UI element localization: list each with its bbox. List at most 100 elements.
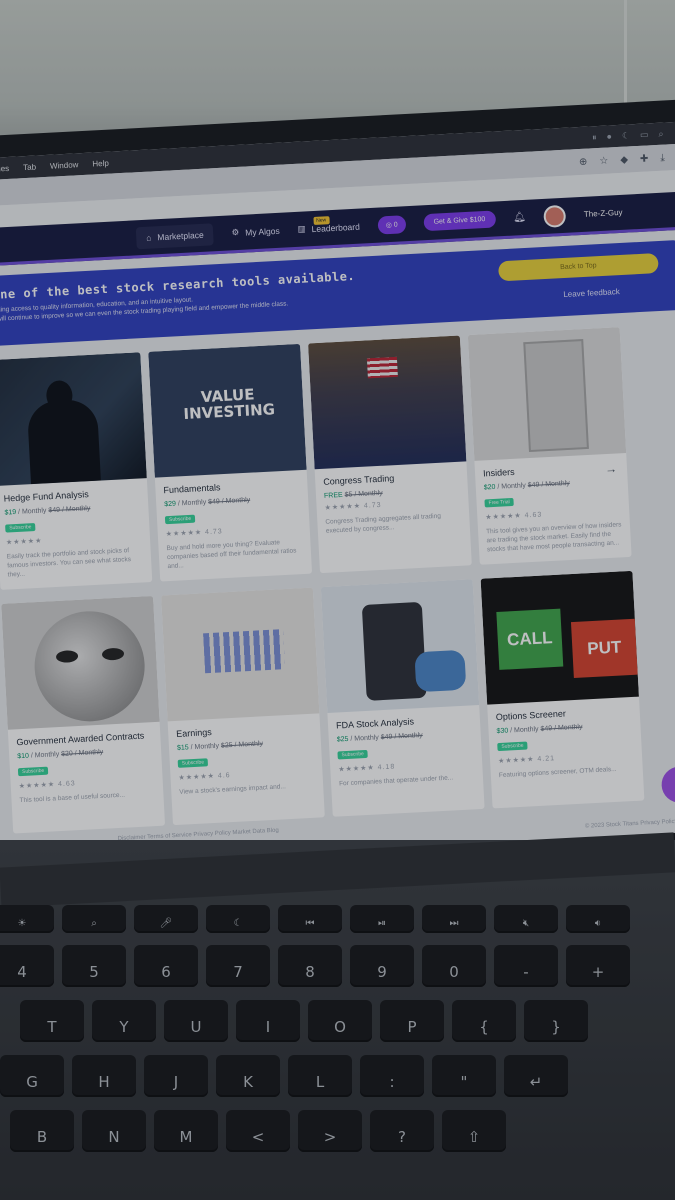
points-pill[interactable]: ◎ 0: [377, 214, 407, 235]
promo-button[interactable]: Get & Give $100: [423, 210, 496, 232]
key-fn[interactable]: ⌕: [62, 905, 126, 933]
menu-profiles[interactable]: Profiles: [0, 163, 9, 173]
key[interactable]: 4: [0, 945, 54, 987]
extension-icon[interactable]: ◆: [620, 154, 628, 165]
battery-icon[interactable]: ▭: [640, 129, 649, 140]
key[interactable]: 8: [278, 945, 342, 987]
zoom-icon[interactable]: ⊕: [579, 156, 588, 167]
key[interactable]: ?: [370, 1110, 434, 1152]
nav-my-algos[interactable]: ⚙ My Algos: [231, 225, 280, 239]
value-investing-text: VALUE INVESTING: [183, 385, 276, 424]
tool-card[interactable]: FDA Stock Analysis $25 / Monthly $49 / M…: [320, 579, 485, 817]
key[interactable]: 5: [62, 945, 126, 987]
card-rating: ★★★★★: [5, 537, 43, 547]
key[interactable]: Y: [92, 1000, 156, 1042]
card-tag: Subscribe: [497, 741, 528, 752]
arrow-right-icon[interactable]: →: [605, 461, 618, 476]
key-fn[interactable]: 🔇︎: [494, 905, 558, 933]
key-fn[interactable]: 🔉︎: [566, 905, 630, 933]
key[interactable]: +: [566, 945, 630, 987]
key[interactable]: -: [494, 945, 558, 987]
key[interactable]: >: [298, 1110, 362, 1152]
moon-icon[interactable]: ☾: [622, 130, 631, 141]
tool-card[interactable]: Government Awarded Contracts $10 / Month…: [1, 595, 166, 834]
card-description: This tool is a base of useful source...: [19, 791, 126, 805]
key[interactable]: N: [82, 1110, 146, 1152]
bell-icon[interactable]: 🔔︎: [513, 212, 526, 224]
user-name[interactable]: The-Z-Guy: [584, 208, 623, 219]
key-fn[interactable]: 🎤︎: [134, 905, 198, 933]
download-icon[interactable]: ⤓: [660, 152, 665, 163]
key-fn[interactable]: ☀: [0, 905, 54, 933]
nav-leaderboard[interactable]: ▥ New Leaderboard: [297, 215, 360, 235]
menubar-status-icons: ⏸ ● ☾ ▭ ⌕: [592, 127, 675, 143]
card-rating: ★★★★★ 4.73: [324, 501, 382, 512]
key[interactable]: L: [288, 1055, 352, 1097]
card-tag: Subscribe: [337, 749, 369, 760]
key[interactable]: }: [524, 1000, 588, 1042]
silhouette-body: [26, 398, 101, 485]
menu-window[interactable]: Window: [50, 160, 79, 170]
card-title: Fundamentals: [163, 482, 221, 496]
menu-help[interactable]: Help: [92, 158, 109, 168]
key[interactable]: 7: [206, 945, 270, 987]
key[interactable]: {: [452, 1000, 516, 1042]
circle-icon[interactable]: ●: [606, 131, 612, 142]
key[interactable]: U: [164, 1000, 228, 1042]
key[interactable]: M: [154, 1110, 218, 1152]
banknote-portrait: [31, 608, 148, 725]
key[interactable]: P: [380, 1000, 444, 1042]
key-fn[interactable]: ⏭: [422, 905, 486, 933]
key[interactable]: 6: [134, 945, 198, 987]
algo-icon: ⚙: [231, 226, 240, 238]
star-icon[interactable]: ☆: [599, 155, 609, 166]
key[interactable]: ↵: [504, 1055, 568, 1097]
tool-card[interactable]: Earnings $15 / Monthly $25 / Monthly Sub…: [161, 587, 325, 826]
key[interactable]: <: [226, 1110, 290, 1152]
card-description: For companies that operate under the...: [338, 774, 454, 788]
search-icon[interactable]: ⌕: [658, 128, 664, 139]
puzzle-icon[interactable]: ✚: [640, 153, 649, 164]
tool-card[interactable]: CALL PUT Options Screener $30 / Monthly …: [480, 570, 645, 809]
key[interactable]: T: [20, 1000, 84, 1042]
key[interactable]: B: [10, 1110, 74, 1152]
key-fn[interactable]: ⏯: [350, 905, 414, 933]
card-rating: ★★★★★ 4.73: [165, 528, 223, 539]
tool-card[interactable]: VALUE INVESTING Fundamentals $29 / Month…: [148, 343, 313, 582]
menu-tab[interactable]: Tab: [23, 162, 36, 172]
key[interactable]: ⇧: [442, 1110, 506, 1152]
elevator-door: [523, 339, 589, 453]
card-title: Insiders: [482, 466, 515, 479]
tool-card[interactable]: Congress Trading FREE $5 / Monthly ★★★★★…: [308, 335, 472, 574]
key[interactable]: J: [144, 1055, 208, 1097]
card-tag: Free Trial: [484, 497, 514, 508]
earnings-thumbnail: [161, 587, 320, 722]
key[interactable]: K: [216, 1055, 280, 1097]
key[interactable]: H: [72, 1055, 136, 1097]
key[interactable]: I: [236, 1000, 300, 1042]
key-fn[interactable]: ☾: [206, 905, 270, 933]
keyboard-top-row: T Y U I O P { }: [20, 1000, 588, 1042]
card-rating: ★★★★★ 4.63: [18, 780, 76, 791]
chart-printout: [203, 629, 286, 674]
key-fn[interactable]: ⏮: [278, 905, 342, 933]
key[interactable]: 0: [422, 945, 486, 987]
tool-card[interactable]: Hedge Fund Analysis $19 / Monthly $49 / …: [0, 352, 153, 590]
key[interactable]: :: [360, 1055, 424, 1097]
pause-icon[interactable]: ⏸: [592, 132, 597, 143]
tool-card[interactable]: → Insiders $20 / Monthly $49 / Monthly F…: [467, 327, 632, 565]
leave-feedback-link[interactable]: Leave feedback: [563, 287, 620, 299]
nav-marketplace[interactable]: ⌂ Marketplace: [135, 222, 215, 249]
key[interactable]: O: [308, 1000, 372, 1042]
avatar[interactable]: [543, 204, 567, 228]
card-tag: Subscribe: [5, 522, 36, 533]
banner-cta-button[interactable]: Back to Top: [497, 253, 659, 282]
key[interactable]: G: [0, 1055, 64, 1097]
card-title: Congress Trading: [323, 473, 395, 487]
card-price: $30 / Monthly $49 / Monthly: [496, 723, 583, 736]
leaderboard-icon: ▥: [297, 223, 306, 234]
card-title: Hedge Fund Analysis: [3, 489, 89, 504]
card-description: This tool gives you an overview of how i…: [485, 521, 622, 554]
key[interactable]: 9: [350, 945, 414, 987]
key[interactable]: ": [432, 1055, 496, 1097]
